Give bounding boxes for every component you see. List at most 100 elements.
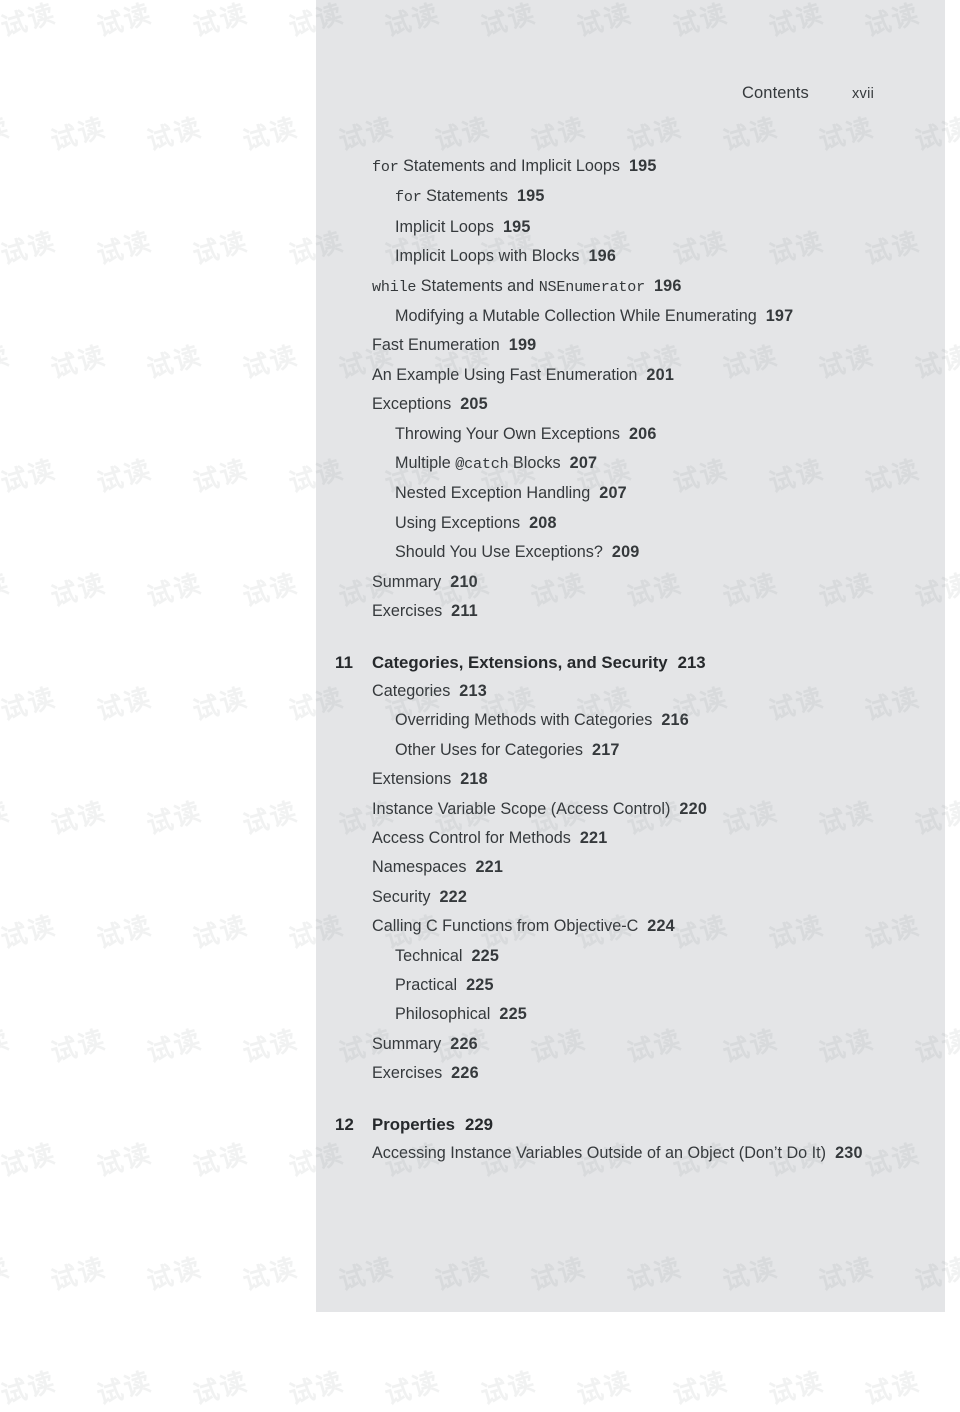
toc-page-number: 220 xyxy=(679,799,708,818)
toc-entry-row[interactable]: Implicit Loops 195 xyxy=(316,213,945,242)
toc-entry-title: Calling C Functions from Objective-C xyxy=(372,917,638,935)
toc-page-number: 224 xyxy=(647,917,675,936)
toc-entry-row[interactable]: Exercises 211 xyxy=(316,597,945,626)
watermark-text: 试读 xyxy=(0,1138,60,1184)
toc-entry-row[interactable]: Summary 210 xyxy=(316,568,945,597)
watermark-text: 试读 xyxy=(477,1366,540,1412)
toc-entry-title: Overriding Methods with Categories xyxy=(395,711,652,729)
toc-entry-title: Multiple @catch Blocks xyxy=(395,454,561,473)
toc-entry-row[interactable]: Other Uses for Categories 217 xyxy=(316,736,945,765)
watermark-text: 试读 xyxy=(189,1138,252,1184)
toc-entry-row[interactable]: Should You Use Exceptions? 209 xyxy=(316,538,945,567)
title-text: Implicit Loops xyxy=(395,217,494,236)
running-head: Contents xvii xyxy=(316,84,945,108)
toc-entry-row[interactable]: Exercises 226 xyxy=(316,1059,945,1088)
toc-entry-row[interactable]: Philosophical 225 xyxy=(316,1000,945,1029)
toc-page-number: 221 xyxy=(475,858,504,877)
title-text: Practical xyxy=(395,975,458,994)
toc-chapter-row[interactable]: 11 Categories, Extensions, and Security 21… xyxy=(316,648,945,677)
toc-entry-row[interactable]: Overriding Methods with Categories 216 xyxy=(316,706,945,735)
toc-entry-row[interactable]: Technical 225 xyxy=(316,942,945,971)
toc-page-number: 225 xyxy=(471,946,500,965)
watermark-text: 试读 xyxy=(93,0,156,44)
toc-entry-row[interactable]: Categories 213 xyxy=(316,677,945,706)
toc-page-number: 216 xyxy=(661,711,689,730)
title-text: Access Control for Methods xyxy=(372,828,571,847)
toc-entry-row[interactable]: Accessing Instance Variables Outside of … xyxy=(316,1139,945,1168)
code-term: while xyxy=(372,277,417,296)
toc-entry-title: Throwing Your Own Exceptions xyxy=(395,425,620,443)
toc-entry-row[interactable]: Exceptions 205 xyxy=(316,390,945,419)
watermark-text: 试读 xyxy=(239,796,302,842)
toc-page-number: 207 xyxy=(569,454,598,473)
toc-page-number: 207 xyxy=(599,484,627,503)
toc-entry-title: Practical xyxy=(395,976,457,994)
toc-page-number: 226 xyxy=(451,1064,479,1083)
toc-page-number: 225 xyxy=(466,975,494,994)
watermark-text: 试读 xyxy=(47,340,110,386)
toc-entry-row[interactable]: Calling C Functions from Objective-C 224 xyxy=(316,912,945,941)
toc-page-number: 211 xyxy=(451,602,478,621)
toc-entry-row[interactable]: An Example Using Fast Enumeration 201 xyxy=(316,361,945,390)
watermark-text: 试读 xyxy=(189,0,252,44)
watermark-text: 试读 xyxy=(957,1138,960,1184)
watermark-text: 试读 xyxy=(93,1366,156,1412)
watermark-text: 试读 xyxy=(47,1024,110,1070)
toc-entry-title: Accessing Instance Variables Outside of … xyxy=(372,1144,826,1162)
watermark-text: 试读 xyxy=(957,1366,960,1412)
watermark-text: 试读 xyxy=(0,568,14,614)
toc-entry-row[interactable]: Implicit Loops with Blocks 196 xyxy=(316,242,945,271)
toc-entry-row[interactable]: Practical 225 xyxy=(316,971,945,1000)
title-text: Exercises xyxy=(372,602,443,621)
title-text: Throwing Your Own Exceptions xyxy=(395,424,620,443)
title-text: Calling C Functions from Objective-C xyxy=(372,917,639,936)
toc-entry-row[interactable]: Multiple @catch Blocks 207 xyxy=(316,449,945,479)
toc-page-number: 195 xyxy=(502,217,531,236)
toc-entry-row[interactable]: while Statements and NSEnumerator 196 xyxy=(316,272,945,302)
toc-entry-row[interactable]: Nested Exception Handling 207 xyxy=(316,479,945,508)
title-text: Categories xyxy=(372,681,451,700)
watermark-text: 试读 xyxy=(573,1366,636,1412)
watermark-text: 试读 xyxy=(0,0,60,44)
toc-entry-row[interactable]: Fast Enumeration 199 xyxy=(316,331,945,360)
title-text: Other Uses for Categories xyxy=(395,740,584,759)
toc-entry-row[interactable]: for Statements 195 xyxy=(316,182,945,212)
toc-entry-title: Categories, Extensions, and Security xyxy=(372,653,668,672)
watermark-text: 试读 xyxy=(0,1366,60,1412)
toc-entry-title: Exceptions xyxy=(372,395,451,413)
title-text: An Example Using Fast Enumeration xyxy=(372,365,638,384)
toc-entry-row[interactable]: Using Exceptions 208 xyxy=(316,509,945,538)
title-text: Overriding Methods with Categories xyxy=(395,711,653,730)
watermark-text: 试读 xyxy=(0,682,60,728)
toc-entry-row[interactable]: Throwing Your Own Exceptions 206 xyxy=(316,420,945,449)
toc-page-number: 201 xyxy=(646,365,675,384)
toc-chapter-row[interactable]: 12 Properties 229 xyxy=(316,1110,945,1139)
watermark-text: 试读 xyxy=(143,796,206,842)
toc-entry-row[interactable]: Security 222 xyxy=(316,883,945,912)
page-folio-number: xvii xyxy=(852,86,875,102)
watermark-text: 试读 xyxy=(669,1366,732,1412)
toc-entry-row[interactable]: Namespaces 221 xyxy=(316,853,945,882)
watermark-text: 试读 xyxy=(765,1366,828,1412)
toc-entry-row[interactable]: Modifying a Mutable Collection While Enu… xyxy=(316,302,945,331)
title-text: Philosophical xyxy=(395,1005,491,1024)
toc-entry-row[interactable]: Instance Variable Scope (Access Control)… xyxy=(316,795,945,824)
watermark-text: 试读 xyxy=(957,910,960,956)
title-text: Security xyxy=(372,887,431,906)
title-text: Summary xyxy=(372,1034,442,1053)
title-text: Fast Enumeration xyxy=(372,336,500,355)
toc-entry-title: Exercises xyxy=(372,1064,442,1082)
watermark-text: 试读 xyxy=(47,112,110,158)
watermark-text: 试读 xyxy=(239,340,302,386)
toc-entry-row[interactable]: Summary 226 xyxy=(316,1030,945,1059)
toc-entry-row[interactable]: for Statements and Implicit Loops 195 xyxy=(316,152,945,182)
watermark-text: 试读 xyxy=(0,1252,14,1298)
toc-entry-row[interactable]: Access Control for Methods 221 xyxy=(316,824,945,853)
toc-page-number: 222 xyxy=(439,887,468,906)
toc-page-number: 199 xyxy=(508,336,537,355)
toc-entry-title: Nested Exception Handling xyxy=(395,484,590,502)
toc-page-number: 218 xyxy=(460,770,488,789)
toc-entry-title: Should You Use Exceptions? xyxy=(395,543,603,561)
watermark-text: 试读 xyxy=(239,1024,302,1070)
toc-entry-row[interactable]: Extensions 218 xyxy=(316,765,945,794)
